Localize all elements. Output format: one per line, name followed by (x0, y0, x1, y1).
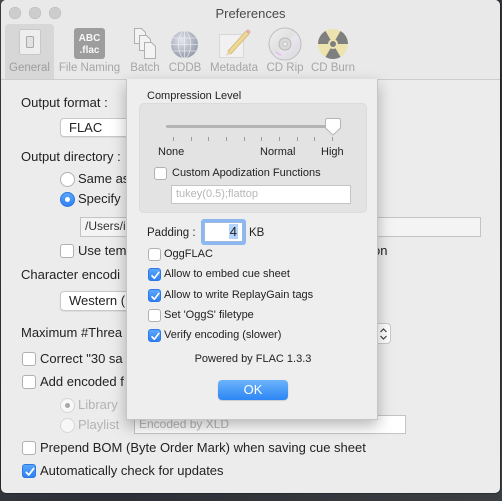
slider-tick (226, 137, 227, 141)
playlist-label: Playlist (78, 417, 120, 432)
custom-apodization-label: Custom Apodization Functions (172, 167, 321, 179)
oggs-filetype-checkbox[interactable] (148, 309, 161, 322)
library-label: Library (78, 397, 118, 412)
correct-30-samples-label: Correct "30 sa (40, 351, 123, 366)
specify-radio[interactable] (60, 192, 75, 207)
ok-button[interactable]: OK (218, 380, 288, 400)
icon-text-abc: ABC (79, 33, 101, 44)
library-radio[interactable] (60, 398, 75, 413)
slider-tick (208, 137, 209, 141)
verify-encoding-label: Verify encoding (slower) (164, 329, 282, 341)
same-as-radio[interactable] (60, 172, 75, 187)
auto-update-label: Automatically check for updates (40, 463, 224, 478)
embed-cue-sheet-checkbox[interactable] (148, 268, 161, 281)
title-toolbar: Preferences General ABC .flac File Namin… (1, 0, 500, 80)
compression-label-none: None (158, 146, 185, 158)
toolbar-item-cd-burn[interactable]: CD Burn (310, 24, 356, 79)
toolbar-label: CDDB (168, 62, 202, 74)
stepper-up-down-icon (379, 327, 388, 346)
padding-field[interactable]: 4 (204, 222, 243, 242)
output-format-label: Output format : (21, 95, 108, 110)
output-format-value: FLAC (69, 120, 103, 135)
padding-unit: KB (249, 227, 265, 239)
toolbar-label: Batch (130, 62, 160, 74)
powered-by-text: Powered by FLAC 1.3.3 (194, 353, 312, 365)
add-encoded-checkbox[interactable] (22, 375, 36, 389)
flac-options-sheet: Compression Level None Normal High Custo… (126, 79, 378, 420)
compression-level-title: Compression Level (147, 90, 242, 102)
globe-icon (170, 30, 199, 64)
toolbar-item-batch[interactable]: Batch (127, 24, 163, 79)
apodization-value: tukey(0.5);flattop (176, 188, 258, 200)
slider-tick (332, 137, 333, 141)
add-encoded-label: Add encoded f (40, 374, 124, 389)
oggflac-label: OggFLAC (164, 248, 213, 260)
toolbar-item-cd-rip[interactable]: CD Rip (266, 24, 304, 79)
pencil-note-icon (219, 27, 253, 64)
slider-tick (191, 137, 192, 141)
max-threads-stepper[interactable] (378, 323, 391, 344)
character-encoding-label: Character encodi (21, 267, 120, 282)
toolbar-item-file-naming[interactable]: ABC .flac File Naming (58, 24, 121, 79)
window-title: Preferences (215, 6, 286, 21)
slider-tick (297, 137, 298, 141)
toolbar-item-metadata[interactable]: Metadata (208, 24, 260, 79)
replaygain-tags-checkbox[interactable] (148, 289, 161, 302)
max-threads-label: Maximum #Threa (21, 325, 123, 340)
prepend-bom-checkbox[interactable] (22, 441, 36, 455)
compression-slider-ticks (173, 137, 333, 142)
slider-tick (173, 137, 174, 141)
character-encoding-value: Western ( (69, 293, 126, 308)
correct-30-samples-checkbox[interactable] (22, 352, 36, 366)
file-naming-icon: ABC .flac (74, 28, 105, 64)
compression-label-normal: Normal (260, 146, 296, 158)
auto-update-checkbox[interactable] (22, 464, 36, 478)
toolbar-label: CD Rip (266, 62, 304, 74)
playlist-radio[interactable] (60, 418, 75, 433)
toolbar-item-general[interactable]: General (5, 24, 54, 79)
oggflac-checkbox[interactable] (148, 248, 161, 261)
toolbar-label: General (9, 62, 50, 74)
padding-label: Padding : (147, 227, 196, 239)
compression-slider-track[interactable] (166, 125, 332, 128)
apodization-field[interactable]: tukey(0.5);flattop (171, 185, 351, 204)
preferences-window: Preferences General ABC .flac File Namin… (1, 0, 500, 493)
toolbar-label: Metadata (210, 62, 258, 74)
use-temp-checkbox[interactable] (60, 244, 74, 258)
compression-slider-thumb[interactable] (324, 118, 341, 136)
toolbar-label: CD Burn (310, 62, 356, 74)
batch-documents-icon (133, 27, 157, 65)
output-path-value: /Users/i (85, 219, 126, 233)
replaygain-tags-label: Allow to write ReplayGain tags (164, 289, 314, 301)
radiation-burn-icon (317, 28, 349, 65)
icon-text-flac: .flac (79, 45, 99, 56)
oggs-filetype-label: Set 'OggS' filetype (164, 309, 254, 321)
slider-tick (261, 137, 262, 141)
specify-label: Specify (78, 191, 121, 206)
use-temp-label: Use tem (78, 243, 127, 258)
compression-label-high: High (321, 146, 344, 158)
custom-apodization-checkbox[interactable] (154, 167, 167, 180)
output-directory-label: Output directory : (21, 149, 121, 164)
general-switch-icon (19, 29, 41, 60)
padding-value: 4 (228, 224, 238, 239)
slider-tick (314, 137, 315, 141)
verify-encoding-checkbox[interactable] (148, 329, 161, 342)
toolbar-item-cddb[interactable]: CDDB (167, 24, 203, 79)
same-as-label: Same as (78, 171, 130, 186)
prepend-bom-label: Prepend BOM (Byte Order Mark) when savin… (40, 440, 366, 455)
toolbar-label: File Naming (58, 62, 121, 74)
slider-tick (244, 137, 245, 141)
slider-tick (279, 137, 280, 141)
embed-cue-sheet-label: Allow to embed cue sheet (164, 268, 290, 280)
